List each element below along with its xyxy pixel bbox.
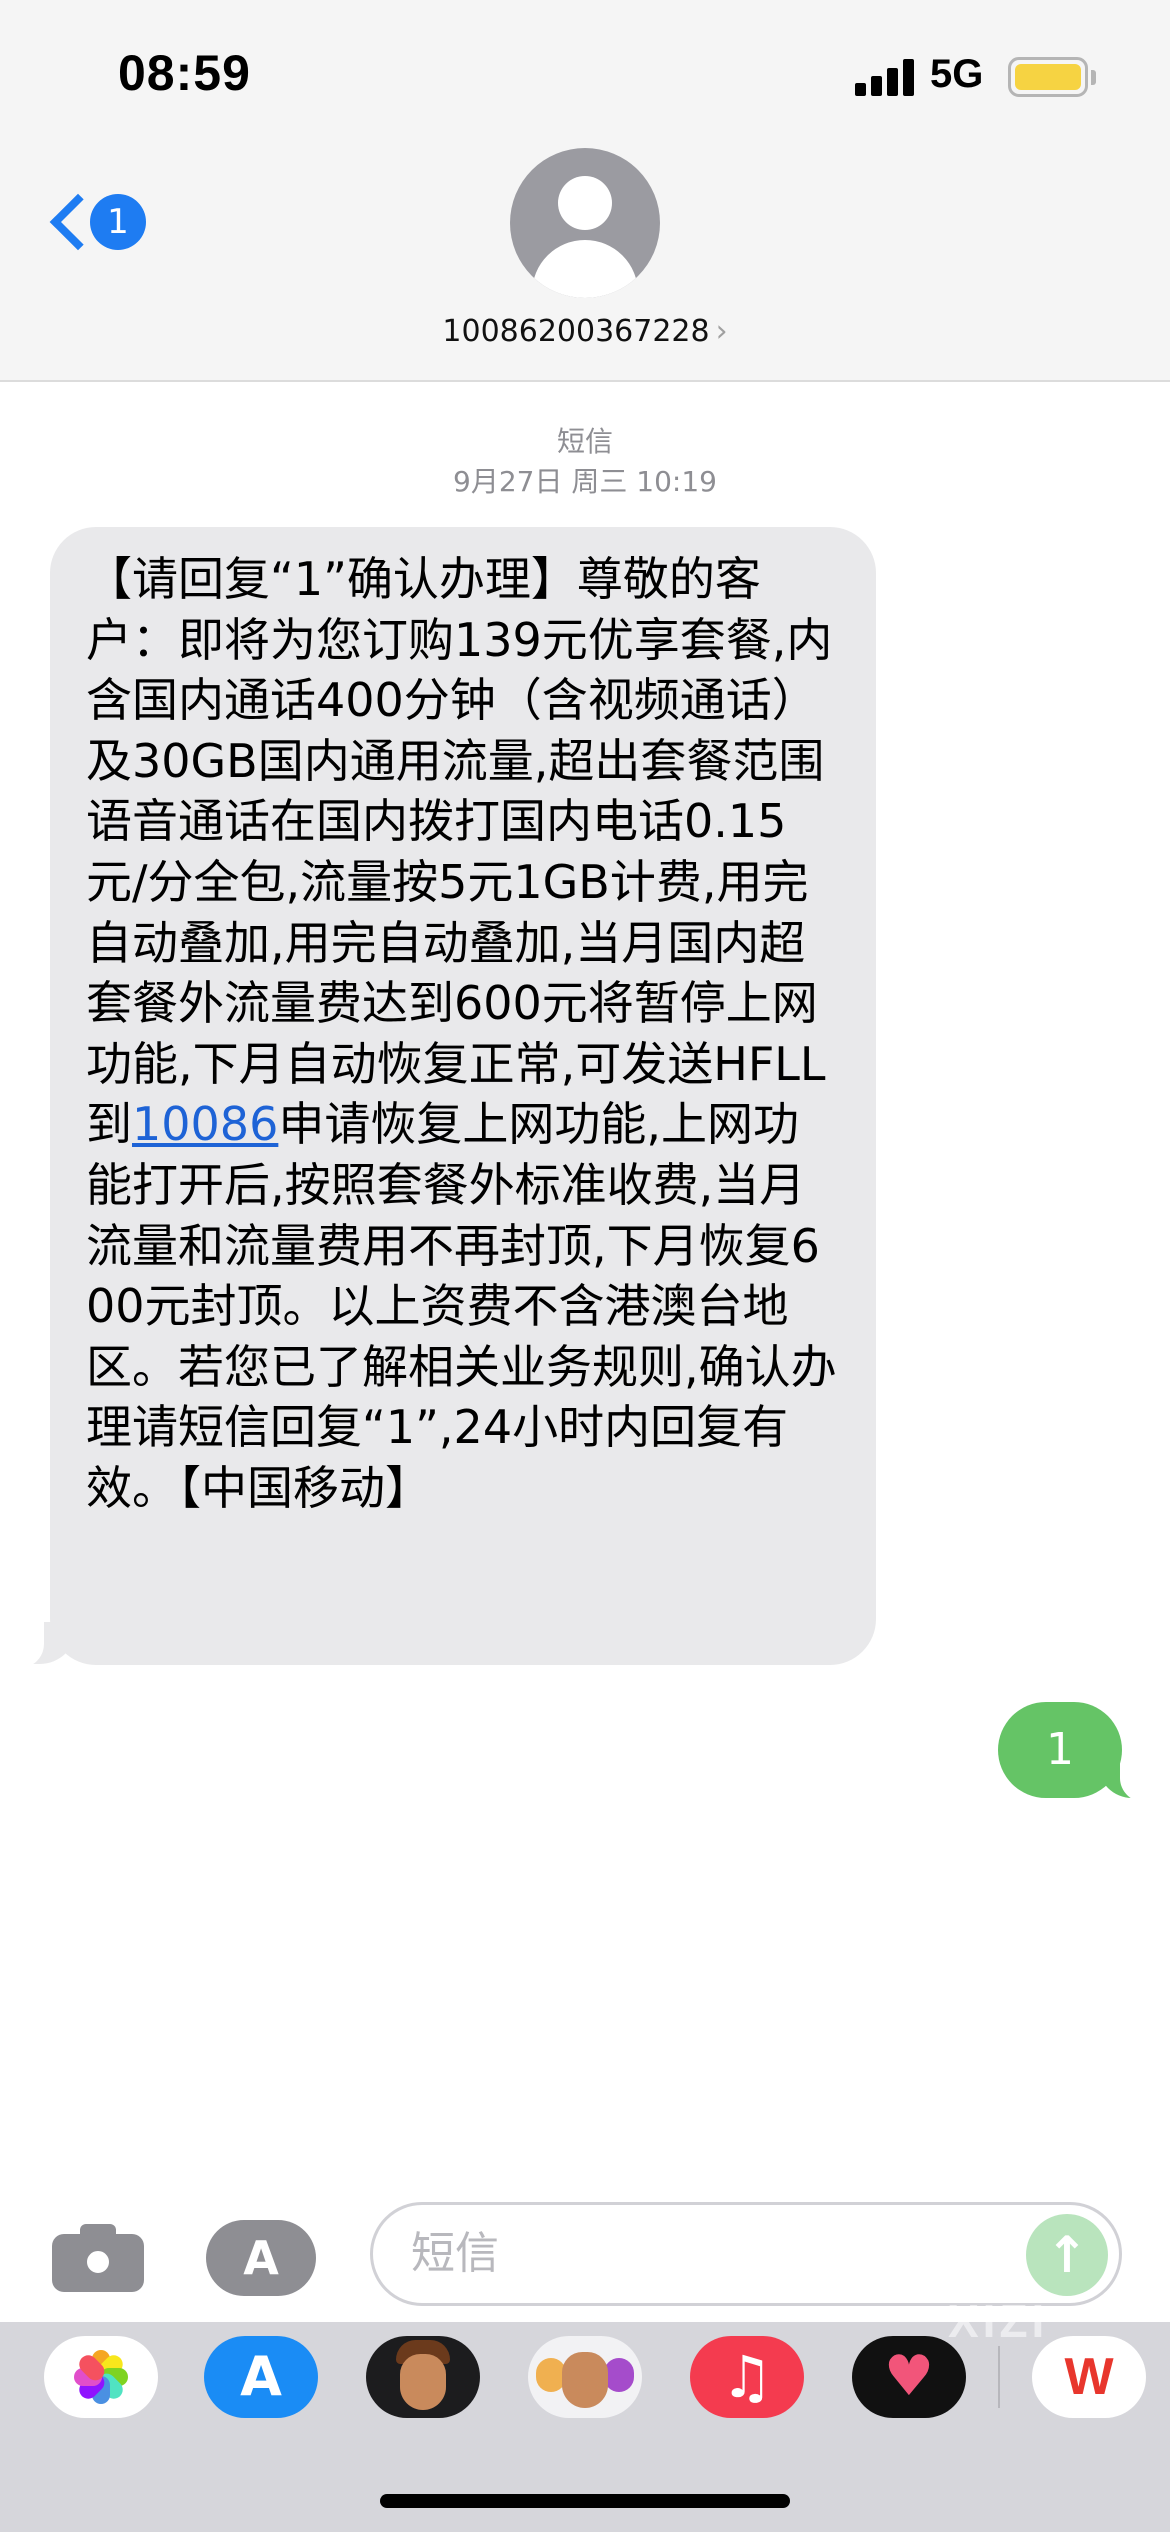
person-body: [532, 240, 638, 298]
wps-icon: W: [1064, 2348, 1114, 2406]
message-text-part: 【请回复“1”确认办理】尊敬的客户：即将为您订购139元优享套餐,内含国内通话4…: [86, 552, 833, 1152]
unread-badge: 1: [90, 194, 146, 250]
home-indicator[interactable]: [380, 2494, 790, 2508]
cellular-signal-icon: [855, 58, 915, 96]
heart-app-button[interactable]: ♥: [852, 2336, 966, 2418]
back-button[interactable]: 1: [48, 192, 158, 262]
music-app-button[interactable]: ♫: [690, 2336, 804, 2418]
drawer-divider: [998, 2346, 1000, 2408]
camera-lens: [80, 2244, 116, 2280]
phone-number-link[interactable]: 10086: [132, 1097, 278, 1151]
contact-avatar[interactable]: [510, 148, 660, 298]
status-time: 08:59: [118, 45, 251, 101]
memoji-face: [400, 2354, 446, 2410]
send-button[interactable]: ↑: [1026, 2214, 1108, 2296]
incoming-message-text: 【请回复“1”确认办理】尊敬的客户：即将为您订购139元优享套餐,内含国内通话4…: [86, 549, 838, 1519]
outgoing-message-bubble[interactable]: 1: [998, 1702, 1122, 1798]
incoming-message-bubble[interactable]: 【请回复“1”确认办理】尊敬的客户：即将为您订购139元优享套餐,内含国内通话4…: [50, 527, 876, 1665]
app-store-icon: A: [243, 2231, 279, 2285]
music-icon: ♫: [721, 2343, 773, 2411]
conversation-header: 08:59 5G 1 10086200367228 ›: [0, 0, 1170, 382]
memoji-sticker: [604, 2358, 634, 2392]
camera-button[interactable]: [52, 2222, 144, 2292]
app-store-button[interactable]: A: [206, 2220, 316, 2296]
wps-app-button[interactable]: W: [1032, 2336, 1146, 2418]
heart-app-icon: ♥: [883, 2344, 935, 2409]
contact-name-button[interactable]: 10086200367228 ›: [0, 314, 1170, 349]
battery-cap: [1091, 70, 1096, 85]
message-input[interactable]: 短信: [370, 2202, 1122, 2306]
network-type: 5G: [930, 52, 984, 96]
battery-icon: [1008, 57, 1088, 97]
app-store-icon: A: [240, 2345, 282, 2408]
watermark: XIZI: [948, 2295, 1049, 2347]
message-text-part: 申请恢复上网功能,上网功能打开后,按照套餐外标准收费,当月流量和流量费用不再封顶…: [86, 1097, 837, 1515]
memoji-app-button[interactable]: [366, 2336, 480, 2418]
battery-level: [1015, 64, 1081, 90]
message-service-label: 短信: [556, 425, 613, 458]
app-store-app-button[interactable]: A: [204, 2336, 318, 2418]
memoji-face: [562, 2352, 608, 2408]
contact-number: 10086200367228: [442, 314, 710, 349]
person-icon: [558, 176, 612, 230]
arrow-up-icon: ↑: [1046, 2226, 1088, 2284]
message-timestamp: 9月27日 周三 10:19: [453, 465, 717, 498]
chevron-right-icon: ›: [715, 314, 728, 349]
tail-mask: [1120, 1752, 1160, 1802]
photos-app-button[interactable]: [44, 2336, 158, 2418]
memoji-stickers-app-button[interactable]: [528, 2336, 642, 2418]
